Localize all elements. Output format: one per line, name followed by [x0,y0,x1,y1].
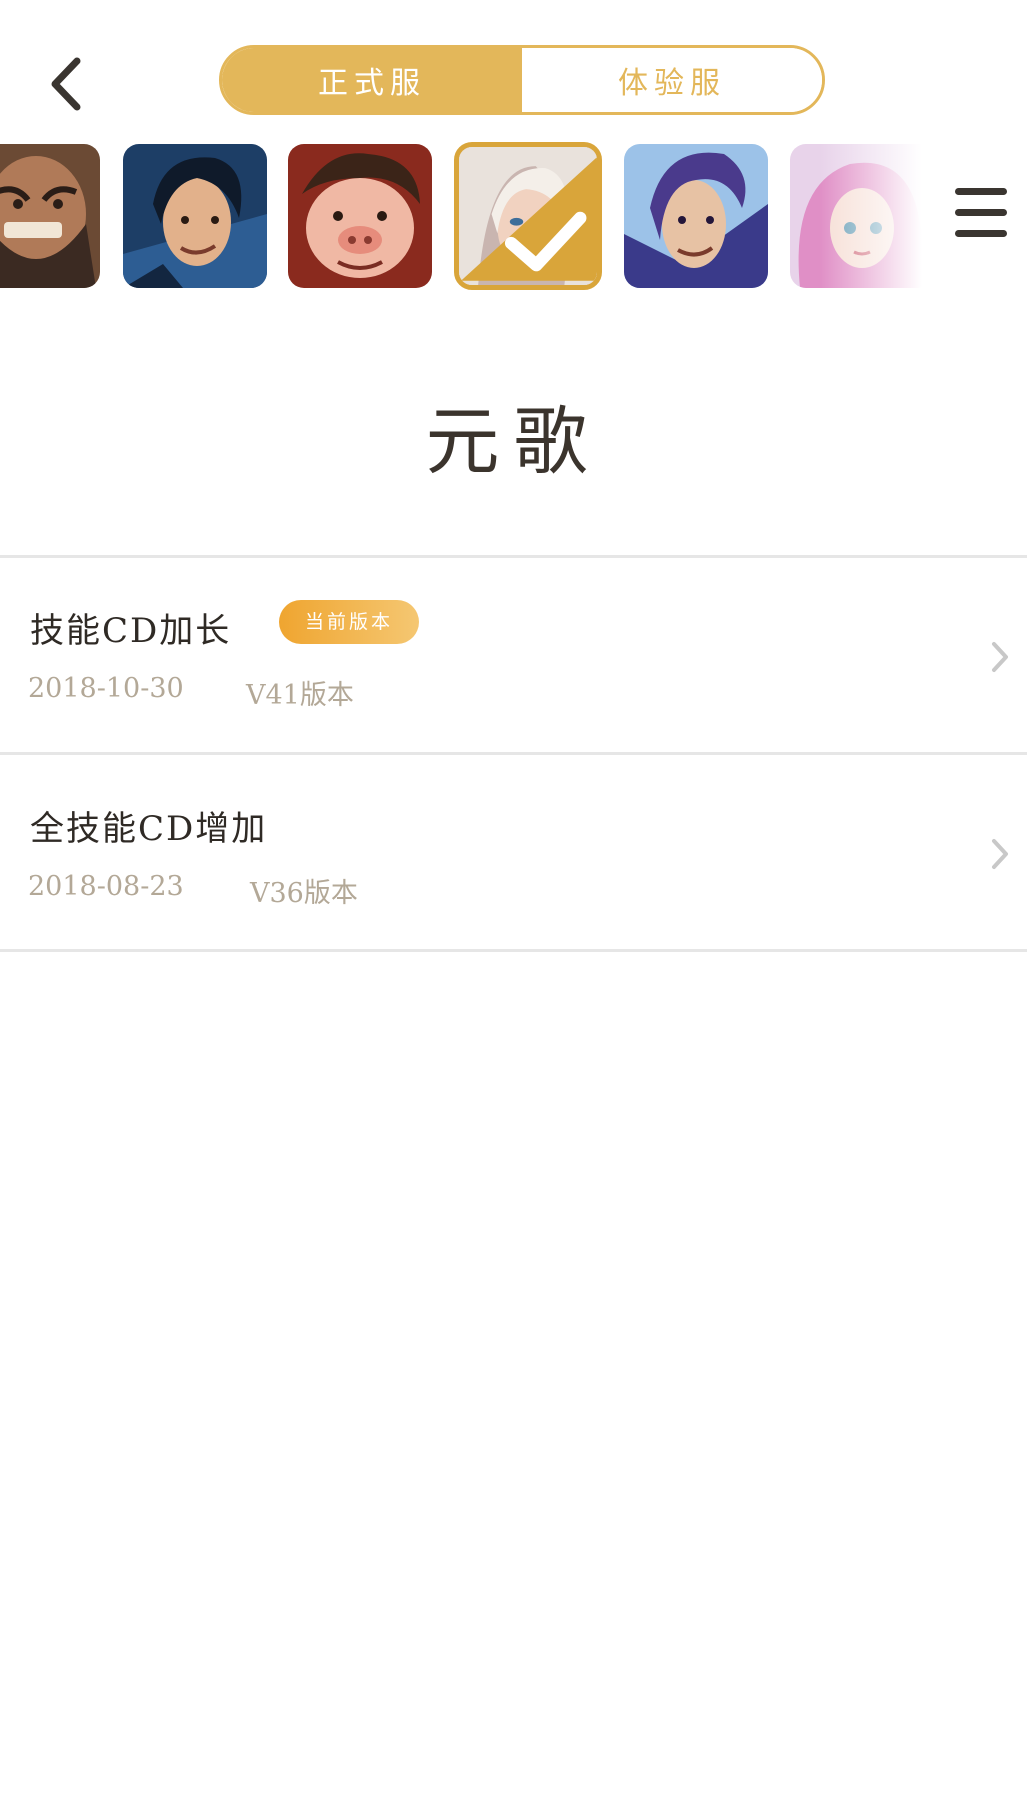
hero-portrait-2[interactable] [123,144,267,288]
hero-portrait-1[interactable] [0,144,100,288]
hero-avatar-image [790,144,934,288]
tab-official-server[interactable]: 正式服 [222,48,522,112]
hero-carousel[interactable] [0,142,940,294]
menu-icon[interactable] [955,188,1009,242]
change-version: V36版本 [250,878,358,909]
back-button[interactable] [40,52,92,116]
hero-name-title: 元歌 [425,399,602,485]
hero-portrait-3[interactable] [288,144,432,288]
chevron-right-icon [992,642,1008,672]
change-list-item[interactable]: 技能CD加长 当前版本 2018-10-30 V41版本 [0,558,1027,752]
change-title: 技能CD加长 [30,611,232,651]
hero-portrait-4[interactable] [454,142,602,290]
server-switch: 正式服 体验服 [219,45,825,115]
hero-avatar-image [0,144,100,288]
change-title: 全技能CD增加 [30,809,268,849]
hero-avatar-image [288,144,432,288]
change-date: 2018-10-30 [28,673,184,704]
screen: 正式服 体验服 元歌 技能CD加长 当前版本 2018-10-30 V41版本 … [0,0,1027,1799]
hero-avatar-image [624,144,768,288]
chevron-left-icon [51,57,81,111]
chevron-right-icon [992,839,1008,869]
current-version-badge: 当前版本 [279,600,420,644]
hero-portrait-6[interactable] [790,144,934,288]
divider [0,949,1027,952]
hero-portrait-5[interactable] [624,144,768,288]
tab-test-server[interactable]: 体验服 [522,48,822,112]
change-date: 2018-08-23 [28,871,184,902]
change-version: V41版本 [246,680,354,711]
selected-check-icon [461,157,597,281]
change-list-item[interactable]: 全技能CD增加 2018-08-23 V36版本 [0,755,1027,949]
hero-avatar-image [123,144,267,288]
